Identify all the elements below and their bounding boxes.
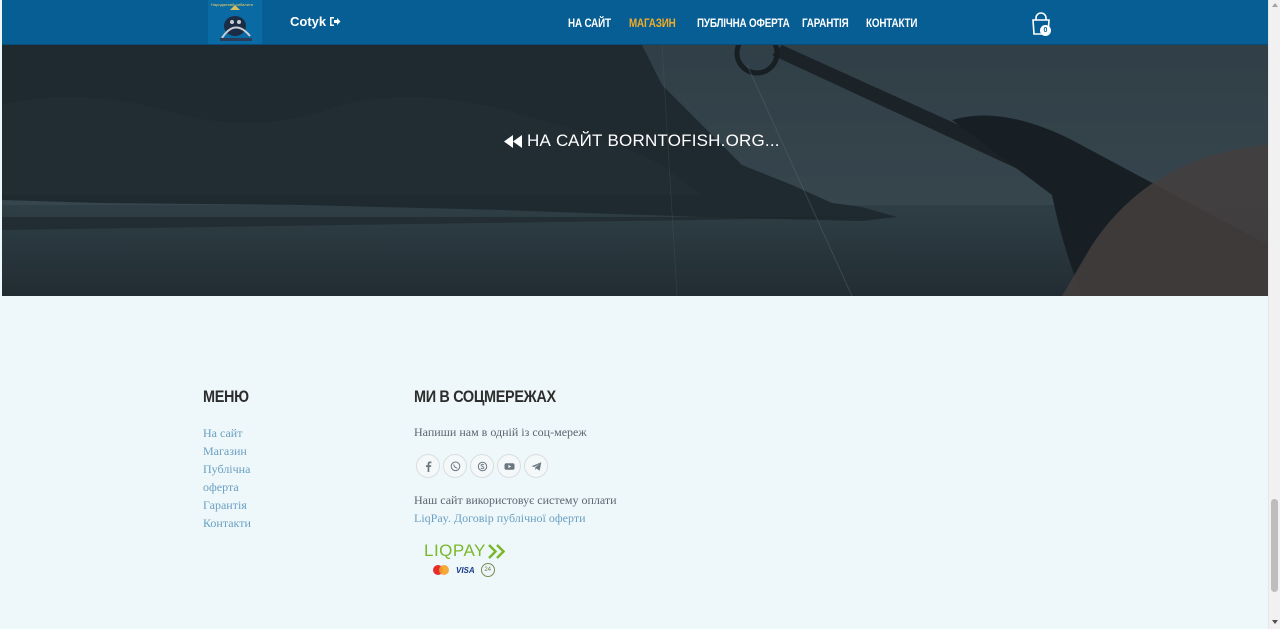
payment-text: Наш сайт використовує систему оплати [414,493,617,507]
footer-menu-item-offer[interactable]: оферта [203,478,283,496]
hero-banner: НА САЙТ BORNTOFISH.ORG... [2,45,1268,296]
footer-social-title: МИ В СОЦМЕРЕЖАХ [414,387,556,406]
viber-button[interactable] [443,454,467,478]
telegram-icon [531,461,541,471]
payment-info: Наш сайт використовує систему оплати Liq… [414,491,624,527]
social-description: Напиши нам в одній із соц-мереж [414,425,587,439]
footer-menu-item-shop[interactable]: Магазин [203,442,283,460]
footer-menu-item-public[interactable]: Публічна [203,460,283,478]
facebook-icon [425,461,431,472]
telegram-button[interactable] [524,454,548,478]
nav-item-site[interactable]: НА САЙТ [568,16,611,30]
payment-cards-row: VISA 24 [432,563,495,577]
vertical-scrollbar[interactable] [1268,0,1280,629]
hero-link-label: НА САЙТ BORNTOFISH.ORG... [527,131,780,150]
footer-menu-list: На сайт Магазин Публічна оферта Гарантія… [203,424,283,532]
nav-item-shop[interactable]: МАГАЗИН [629,16,676,30]
page: Народжений рибалити Cotyk НА САЙТ МАГАЗИ… [2,0,1268,629]
scrollbar-thumb[interactable] [1271,499,1278,592]
skype-button[interactable] [470,454,494,478]
social-icons-row [416,454,548,478]
footer-menu-item-site[interactable]: На сайт [203,424,283,442]
liqpay-link[interactable]: LiqPay. [414,511,451,525]
footer-menu-title: МЕНЮ [203,387,249,406]
footer-menu-item-guarantee[interactable]: Гарантія [203,496,283,514]
liqpay-arrows-icon [488,544,506,559]
hero-back-to-site-link[interactable]: НА САЙТ BORNTOFISH.ORG... [504,131,780,151]
nav-item-guarantee[interactable]: ГАРАНТІЯ [802,16,849,30]
liqpay-logo[interactable]: LIQPAY VISA 24 [424,541,514,581]
scroll-down-arrow-icon[interactable] [1272,620,1278,624]
viber-icon [450,461,460,471]
visa-icon: VISA [456,565,475,575]
youtube-icon [504,462,514,470]
nav-item-public-offer[interactable]: ПУБЛІЧНА ОФЕРТА [697,16,790,30]
liqpay-wordmark: LIQPAY [424,541,486,560]
public-offer-link[interactable]: Договір публічної оферти [454,511,586,525]
fishing-background-image [2,45,1268,296]
youtube-button[interactable] [497,454,521,478]
footer-menu-item-contacts[interactable]: Контакти [203,514,283,532]
nav-item-contacts[interactable]: КОНТАКТИ [866,16,917,30]
privat24-icon: 24 [480,563,495,577]
backward-icon [504,134,522,148]
site-header: Народжений рибалити Cotyk НА САЙТ МАГАЗИ… [2,0,1268,45]
skype-icon [477,461,487,471]
facebook-button[interactable] [416,454,440,478]
main-nav: НА САЙТ МАГАЗИН ПУБЛІЧНА ОФЕРТА ГАРАНТІЯ… [2,0,1268,45]
cart-count-badge: 0 [1040,25,1051,36]
scroll-up-arrow-icon[interactable] [1272,3,1278,7]
mastercard-icon [433,565,449,575]
